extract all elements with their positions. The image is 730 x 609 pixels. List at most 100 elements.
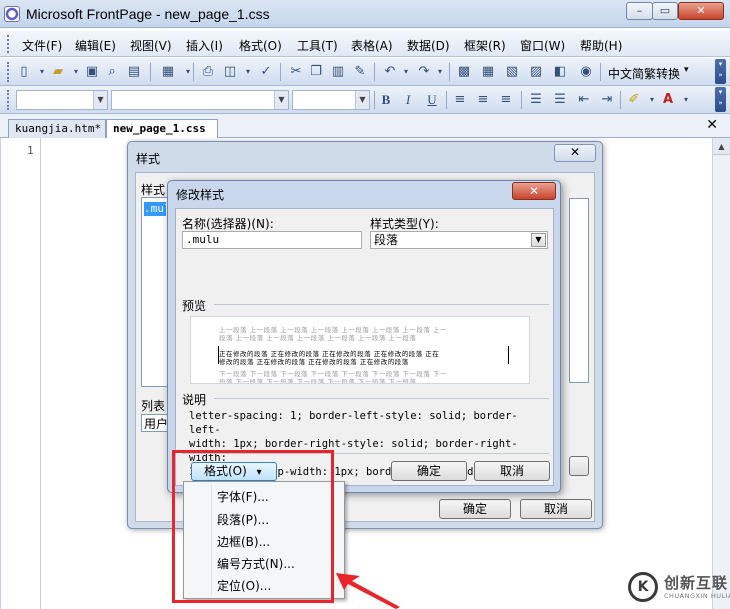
- tab-kuangjia[interactable]: kuangjia.htm*: [8, 119, 106, 138]
- redo-icon[interactable]: ↷: [416, 64, 432, 80]
- align-left-icon[interactable]: ≡: [452, 92, 468, 108]
- redo-dropdown-icon[interactable]: ▾: [432, 64, 448, 80]
- chevron-down-icon[interactable]: ▼: [274, 91, 288, 109]
- menu-data[interactable]: 数据(D): [407, 37, 450, 54]
- toolbar-options-icon[interactable]: ▾»: [715, 87, 726, 112]
- new-page-icon[interactable]: ▯: [16, 64, 32, 80]
- menu-edit[interactable]: 编辑(E): [75, 37, 116, 54]
- modify-ok-button[interactable]: 确定: [391, 461, 467, 481]
- toolbar-grip[interactable]: [7, 62, 11, 82]
- chinese-convert-button[interactable]: 中文简繁转换: [608, 65, 680, 82]
- close-window-button[interactable]: ✕: [678, 2, 724, 20]
- modify-dialog-close-button[interactable]: ✕: [512, 182, 556, 200]
- menu-bar: 文件(F) 编辑(E) 视图(V) 插入(I) 格式(O) 工具(T) 表格(A…: [0, 30, 730, 57]
- menu-table[interactable]: 表格(A): [351, 37, 393, 54]
- undo-dropdown-icon[interactable]: ▾: [398, 64, 414, 80]
- cut-icon[interactable]: ✂: [288, 64, 304, 80]
- bullets-icon[interactable]: ☰: [552, 92, 568, 108]
- spelling-icon[interactable]: ✓: [258, 64, 274, 80]
- undo-icon[interactable]: ↶: [382, 64, 398, 80]
- preview-next-line: 段落 下一段落 下一段落 下一段落 下一段落 下一段落 下一段落: [219, 378, 417, 384]
- menu-format[interactable]: 格式(O): [239, 37, 282, 54]
- toolbar-options-icon[interactable]: ▾»: [715, 59, 726, 84]
- toolbar-separator: [374, 91, 375, 109]
- insert-picture-icon[interactable]: ▨: [528, 64, 544, 80]
- font-color-dropdown-icon[interactable]: ▾: [678, 92, 694, 108]
- save-icon[interactable]: ▣: [84, 64, 100, 80]
- menu-window[interactable]: 窗口(W): [520, 37, 565, 54]
- logo-chinese-text: 创新互联: [664, 574, 729, 592]
- tab-new-page-css[interactable]: new_page_1.css: [106, 119, 218, 138]
- toolbar-separator: [600, 63, 601, 81]
- search-icon[interactable]: ⌕: [104, 64, 120, 80]
- modify-dialog-title: 修改样式: [176, 188, 225, 202]
- modify-button-partial[interactable]: [569, 456, 589, 476]
- web-component-icon[interactable]: ▩: [456, 64, 472, 80]
- font-size-combo[interactable]: ▼: [292, 90, 370, 110]
- line-number: 1: [27, 144, 34, 157]
- chevron-down-icon[interactable]: ▼: [531, 233, 546, 247]
- preview-dropdown-icon[interactable]: ▾: [240, 64, 256, 80]
- menu-frames[interactable]: 框架(R): [464, 37, 506, 54]
- underline-button[interactable]: U: [424, 92, 440, 108]
- logo-english-text: CHUANGXIN HULIAN: [664, 592, 730, 600]
- style-dialog-title: 样式: [136, 152, 161, 166]
- open-dropdown-icon[interactable]: ▾: [68, 64, 84, 80]
- styles-label: 样式: [141, 183, 166, 197]
- new-dropdown-icon[interactable]: ▾: [34, 64, 50, 80]
- format-painter-icon[interactable]: ✎: [352, 64, 368, 80]
- preview-icon[interactable]: ◫: [222, 64, 238, 80]
- bold-button[interactable]: B: [378, 92, 394, 108]
- menu-file[interactable]: 文件(F): [22, 37, 62, 54]
- side-panel: [569, 198, 589, 383]
- menu-view[interactable]: 视图(V): [130, 37, 172, 54]
- toolbar-separator: [193, 63, 194, 81]
- close-document-icon[interactable]: ✕: [706, 117, 718, 133]
- increase-indent-icon[interactable]: ⇥: [599, 92, 615, 108]
- chevron-down-icon[interactable]: ▼: [355, 91, 369, 109]
- menu-tools[interactable]: 工具(T): [297, 37, 338, 54]
- minimize-button[interactable]: –: [626, 2, 653, 20]
- paste-icon[interactable]: ▥: [330, 64, 346, 80]
- menubar-grip[interactable]: [7, 35, 11, 53]
- highlight-dropdown-icon[interactable]: ▾: [644, 92, 660, 108]
- decrease-indent-icon[interactable]: ⇤: [576, 92, 592, 108]
- highlight-icon[interactable]: ✐: [626, 92, 642, 108]
- frontpage-app-icon: [4, 6, 20, 22]
- description-label: 说明: [182, 393, 207, 407]
- font-combo[interactable]: ▼: [111, 90, 289, 110]
- insert-layer-icon[interactable]: ▧: [504, 64, 520, 80]
- scroll-up-icon[interactable]: ▲: [713, 138, 730, 155]
- preview-label: 预览: [182, 299, 207, 313]
- toggle-pane-icon[interactable]: ▦: [160, 64, 176, 80]
- style-combo[interactable]: ▼: [16, 90, 108, 110]
- print-icon[interactable]: ⎙: [200, 64, 216, 80]
- font-color-icon[interactable]: A: [660, 92, 676, 108]
- toolbar-separator: [150, 63, 151, 81]
- align-center-icon[interactable]: ≡: [475, 92, 491, 108]
- selected-style-item[interactable]: .mulu: [144, 202, 166, 216]
- publish-icon[interactable]: ▤: [126, 64, 142, 80]
- style-dialog-close-button[interactable]: ✕: [554, 144, 596, 162]
- maximize-button[interactable]: ▭: [652, 2, 678, 20]
- style-cancel-button[interactable]: 取消: [520, 499, 592, 519]
- selector-name-input[interactable]: .mulu: [182, 231, 362, 249]
- insert-table-icon[interactable]: ▦: [480, 64, 496, 80]
- copy-icon[interactable]: ❐: [308, 64, 324, 80]
- menu-help[interactable]: 帮助(H): [580, 37, 622, 54]
- style-ok-button[interactable]: 确定: [439, 499, 511, 519]
- toolbar-grip[interactable]: [7, 90, 11, 110]
- line-number-gutter: 1: [1, 138, 41, 609]
- drawing-icon[interactable]: ◧: [552, 64, 568, 80]
- hyperlink-icon[interactable]: ◉: [578, 64, 594, 80]
- numbering-icon[interactable]: ☰: [528, 92, 544, 108]
- modify-cancel-button[interactable]: 取消: [474, 461, 550, 481]
- italic-button[interactable]: I: [400, 92, 416, 108]
- style-type-select[interactable]: 段落 ▼: [370, 231, 548, 249]
- open-folder-icon[interactable]: ▰: [50, 64, 66, 80]
- vertical-scrollbar[interactable]: ▲: [712, 138, 730, 609]
- chinese-convert-dropdown-icon[interactable]: ▾: [684, 65, 689, 75]
- align-right-icon[interactable]: ≡: [498, 92, 514, 108]
- chevron-down-icon[interactable]: ▼: [93, 91, 107, 109]
- menu-insert[interactable]: 插入(I): [186, 37, 223, 54]
